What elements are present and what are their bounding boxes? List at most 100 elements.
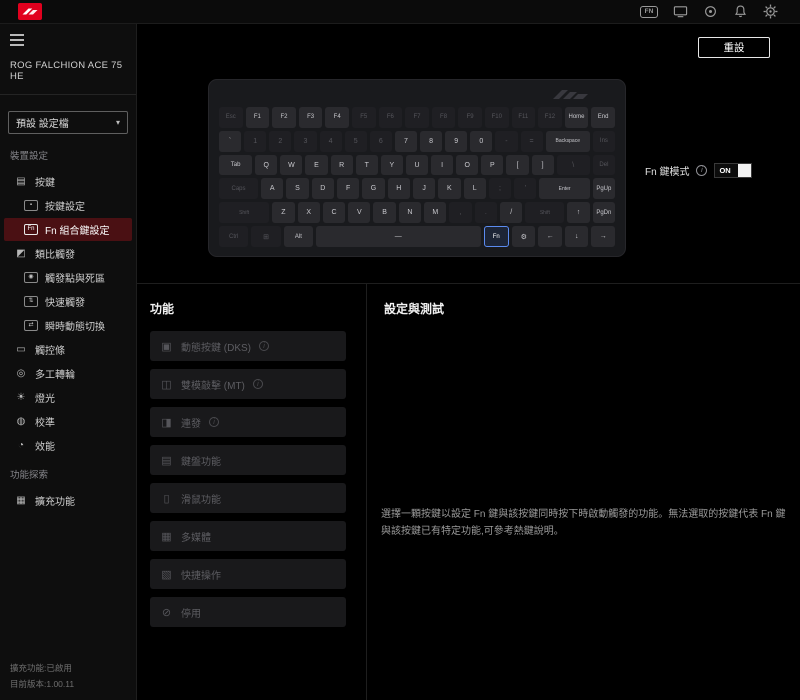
sidebar-item-lighting[interactable]: ☀燈光 [4, 386, 132, 409]
key-Tab[interactable]: Tab [219, 155, 252, 176]
key-K[interactable]: K [438, 178, 460, 199]
sidebar-item-dynamic-switch[interactable]: ⇄瞬時動態切換 [4, 314, 132, 337]
key-F1[interactable]: F1 [246, 107, 270, 128]
display-icon[interactable] [673, 4, 688, 19]
key-/[interactable]: / [500, 202, 522, 223]
function-button-label: 連發 [181, 415, 201, 430]
key-7[interactable]: 7 [395, 131, 417, 152]
key-PgDn[interactable]: PgDn [593, 202, 615, 223]
key-E[interactable]: E [305, 155, 327, 176]
toggle-knob [738, 164, 751, 177]
key-⚙[interactable]: ⚙ [512, 226, 535, 247]
sidebar-item-calibration[interactable]: ◍校準 [4, 410, 132, 433]
info-icon[interactable]: i [259, 341, 269, 351]
function-button-keyboard-fn[interactable]: ▤鍵盤功能 [150, 445, 346, 475]
key-S[interactable]: S [286, 178, 308, 199]
rog-logo[interactable] [18, 3, 42, 20]
sidebar-item-extensions[interactable]: ▦擴充功能 [4, 489, 132, 512]
function-button-shortcut[interactable]: ▧快捷操作 [150, 559, 346, 589]
key-N[interactable]: N [399, 202, 421, 223]
key-I[interactable]: I [431, 155, 453, 176]
key-9[interactable]: 9 [445, 131, 467, 152]
sidebar-item-label: 多工轉輪 [35, 366, 75, 381]
function-button-multimedia[interactable]: ▦多媒體 [150, 521, 346, 551]
keyboard-row: `1234567890-=BackspaceIns [219, 131, 615, 152]
key-X[interactable]: X [298, 202, 320, 223]
function-button-dks[interactable]: ▣動態按鍵 (DKS)i [150, 331, 346, 361]
key-F2[interactable]: F2 [272, 107, 296, 128]
key-F3[interactable]: F3 [299, 107, 323, 128]
sidebar-item-keys[interactable]: ▤按鍵 [4, 170, 132, 193]
function-button-disable[interactable]: ⊘停用 [150, 597, 346, 627]
key-0[interactable]: 0 [470, 131, 492, 152]
key-Backspace[interactable]: Backspace [546, 131, 590, 152]
sidebar-item-key-settings[interactable]: ▪按鍵設定 [4, 194, 132, 217]
key-↑[interactable]: ↑ [567, 202, 589, 223]
key-Home[interactable]: Home [565, 107, 589, 128]
fn-badge-icon[interactable]: FN [640, 6, 658, 18]
key-G[interactable]: G [362, 178, 384, 199]
sidebar-item-touchbar[interactable]: ▭觸控條 [4, 338, 132, 361]
key-`[interactable]: ` [219, 131, 241, 152]
key-][interactable]: ] [532, 155, 554, 176]
settings-icon[interactable] [763, 4, 778, 19]
sidebar-item-label: 校準 [35, 414, 55, 429]
notifications-icon[interactable] [733, 4, 748, 19]
key-D[interactable]: D [312, 178, 334, 199]
key-Z[interactable]: Z [272, 202, 294, 223]
key-F[interactable]: F [337, 178, 359, 199]
key-Alt[interactable]: Alt [284, 226, 313, 247]
function-button-label: 動態按鍵 (DKS) [181, 339, 251, 354]
key-—[interactable]: — [316, 226, 480, 247]
function-button-mt[interactable]: ◫雙模敲擊 (MT)i [150, 369, 346, 399]
key-Q[interactable]: Q [255, 155, 277, 176]
sidebar-item-trigger-point[interactable]: ◉觸發點與死區 [4, 266, 132, 289]
function-button-mouse-fn[interactable]: ▯滑鼠功能 [150, 483, 346, 513]
key-R[interactable]: R [331, 155, 353, 176]
info-icon[interactable]: i [253, 379, 263, 389]
key-↓[interactable]: ↓ [565, 226, 588, 247]
sidebar-item-analog-trigger[interactable]: ◩類比觸發 [4, 242, 132, 265]
key-O[interactable]: O [456, 155, 478, 176]
key-Y[interactable]: Y [381, 155, 403, 176]
touchbar-icon: ▭ [14, 344, 28, 355]
key-PgUp[interactable]: PgUp [593, 178, 615, 199]
key-Fn[interactable]: Fn [484, 226, 509, 247]
rapid-trigger-icon: ⇅ [24, 296, 38, 307]
sidebar-item-rapid-trigger[interactable]: ⇅快速觸發 [4, 290, 132, 313]
key-T[interactable]: T [356, 155, 378, 176]
sidebar-item-performance[interactable]: ◔效能 [4, 434, 132, 457]
key-V[interactable]: V [348, 202, 370, 223]
key-Enter[interactable]: Enter [539, 178, 589, 199]
key-C[interactable]: C [323, 202, 345, 223]
key-End[interactable]: End [591, 107, 615, 128]
info-icon[interactable]: i [696, 165, 707, 176]
key-A[interactable]: A [261, 178, 283, 199]
reset-button[interactable]: 重設 [698, 37, 770, 58]
key-H[interactable]: H [388, 178, 410, 199]
sidebar-item-fn-combo[interactable]: FnFn 組合鍵設定 [4, 218, 132, 241]
function-button-turbo[interactable]: ◨ 連發 i [150, 407, 346, 437]
key-F7: F7 [405, 107, 429, 128]
turbo-icon: ◨ [160, 416, 173, 429]
key-W[interactable]: W [280, 155, 302, 176]
key-←[interactable]: ← [538, 226, 561, 247]
key--: - [495, 131, 517, 152]
key-U[interactable]: U [406, 155, 428, 176]
key-J[interactable]: J [413, 178, 435, 199]
sidebar-item-wheel[interactable]: ◎多工轉輪 [4, 362, 132, 385]
menu-icon[interactable] [10, 34, 24, 46]
aura-sync-icon[interactable] [703, 4, 718, 19]
fn-mode-toggle[interactable]: ON [714, 163, 752, 178]
key-L[interactable]: L [464, 178, 486, 199]
key-→[interactable]: → [591, 226, 614, 247]
key-B[interactable]: B [373, 202, 395, 223]
key-[[interactable]: [ [506, 155, 528, 176]
info-icon[interactable]: i [209, 417, 219, 427]
key-8[interactable]: 8 [420, 131, 442, 152]
profile-select[interactable]: 預設 設定檔 ▾ [8, 111, 128, 134]
key-P[interactable]: P [481, 155, 503, 176]
key-F4[interactable]: F4 [325, 107, 349, 128]
sidebar-nav: 裝置設定▤按鍵▪按鍵設定FnFn 組合鍵設定◩類比觸發◉觸發點與死區⇅快速觸發⇄… [0, 148, 136, 512]
key-M[interactable]: M [424, 202, 446, 223]
